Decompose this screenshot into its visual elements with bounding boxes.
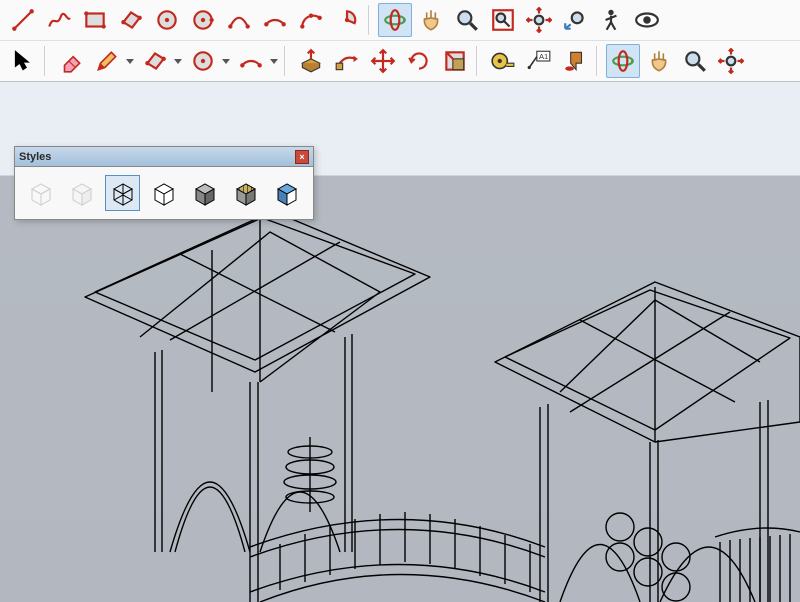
- scale-tool[interactable]: [438, 44, 472, 78]
- separator: [44, 46, 50, 76]
- arcs-tool[interactable]: [234, 44, 268, 78]
- pencil-tool[interactable]: [90, 44, 124, 78]
- close-icon[interactable]: ×: [295, 150, 309, 164]
- push-pull-tool[interactable]: [294, 44, 328, 78]
- circles-tool[interactable]: [186, 44, 220, 78]
- styles-panel: Styles ×: [14, 146, 314, 220]
- eraser-tool[interactable]: [54, 44, 88, 78]
- rotated-rectangle-tool[interactable]: [114, 3, 148, 37]
- pencil-tool-dropdown[interactable]: [124, 44, 136, 78]
- freehand-tool[interactable]: [42, 3, 76, 37]
- separator: [368, 5, 374, 35]
- orbit-tool[interactable]: [378, 3, 412, 37]
- rectangle-tool[interactable]: [78, 3, 112, 37]
- zoom-tool[interactable]: [450, 3, 484, 37]
- pan-tool[interactable]: [414, 3, 448, 37]
- circle-tool[interactable]: [150, 3, 184, 37]
- svg-text:A1: A1: [539, 52, 548, 61]
- separator: [284, 46, 290, 76]
- three-point-arc-tool[interactable]: [294, 3, 328, 37]
- toolbar-area: A1: [0, 0, 800, 82]
- arcs-tool-dropdown[interactable]: [268, 44, 280, 78]
- tape-measure-tool[interactable]: [486, 44, 520, 78]
- text-tool[interactable]: A1: [522, 44, 556, 78]
- style-shaded[interactable]: [188, 175, 223, 211]
- style-hidden-line-faded[interactable]: [64, 175, 99, 211]
- style-hidden-line[interactable]: [146, 175, 181, 211]
- pie-tool[interactable]: [330, 3, 364, 37]
- zoom-window-tool[interactable]: [486, 3, 520, 37]
- walk-tool[interactable]: [594, 3, 628, 37]
- style-wireframe-faded[interactable]: [23, 175, 58, 211]
- style-monochrome[interactable]: [270, 175, 305, 211]
- polygon-tool[interactable]: [186, 3, 220, 37]
- paint-bucket-tool[interactable]: [558, 44, 592, 78]
- zoom-extents-tool-2[interactable]: [714, 44, 748, 78]
- move-tool[interactable]: [366, 44, 400, 78]
- toolbar-row-bottom: A1: [0, 41, 800, 81]
- style-shaded-textures[interactable]: [229, 175, 264, 211]
- look-around-tool[interactable]: [630, 3, 664, 37]
- arc-tool[interactable]: [222, 3, 256, 37]
- follow-me-tool[interactable]: [330, 44, 364, 78]
- two-point-arc-tool[interactable]: [258, 3, 292, 37]
- style-wireframe[interactable]: [105, 175, 140, 211]
- styles-titlebar[interactable]: Styles ×: [15, 147, 313, 167]
- zoom-tool-2[interactable]: [678, 44, 712, 78]
- zoom-extents-tool[interactable]: [522, 3, 556, 37]
- styles-title: Styles: [19, 151, 295, 163]
- rotate-tool[interactable]: [402, 44, 436, 78]
- toolbar-row-top: [0, 0, 800, 41]
- shapes-tool[interactable]: [138, 44, 172, 78]
- line-tool[interactable]: [6, 3, 40, 37]
- separator: [476, 46, 482, 76]
- viewport-3d[interactable]: Styles ×: [0, 82, 800, 602]
- select-tool[interactable]: [6, 44, 40, 78]
- circles-tool-dropdown[interactable]: [220, 44, 232, 78]
- previous-view-tool[interactable]: [558, 3, 592, 37]
- orbit-tool-2[interactable]: [606, 44, 640, 78]
- separator: [596, 46, 602, 76]
- shapes-tool-dropdown[interactable]: [172, 44, 184, 78]
- styles-body: [15, 167, 313, 219]
- pan-tool-2[interactable]: [642, 44, 676, 78]
